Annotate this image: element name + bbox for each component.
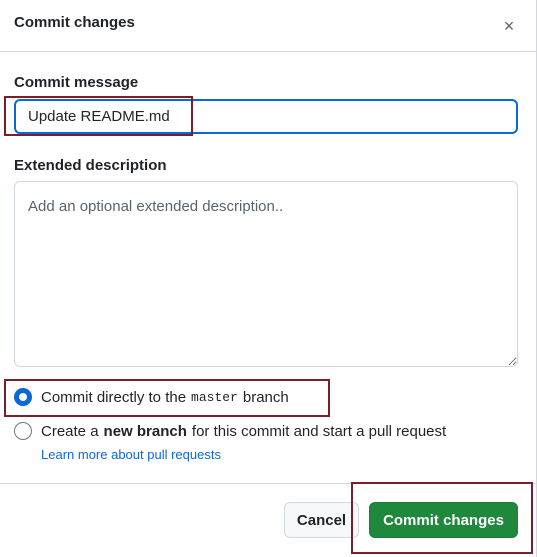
commit-direct-option[interactable]: Commit directly to the master branch bbox=[14, 386, 289, 408]
commit-direct-text: Commit directly to the bbox=[41, 388, 187, 406]
learn-more-link[interactable]: Learn more about pull requests bbox=[41, 447, 221, 462]
commit-changes-button[interactable]: Commit changes bbox=[369, 502, 518, 538]
new-branch-option[interactable]: Create a new branch for this commit and … bbox=[14, 420, 446, 442]
commit-message-input[interactable] bbox=[14, 99, 518, 134]
new-branch-suffix: for this commit and start a pull request bbox=[191, 422, 447, 440]
dialog-header: Commit changes × bbox=[0, 0, 537, 52]
new-branch-prefix: Create a bbox=[41, 422, 99, 440]
close-icon: × bbox=[503, 16, 515, 36]
commit-message-label: Commit message bbox=[14, 74, 139, 91]
radio-new-branch[interactable] bbox=[14, 422, 32, 440]
commit-dialog: Commit changes × Commit message Extended… bbox=[0, 0, 537, 557]
new-branch-bold: new branch bbox=[103, 422, 187, 440]
extended-description-textarea[interactable] bbox=[14, 181, 518, 367]
radio-direct[interactable] bbox=[14, 388, 32, 406]
close-button[interactable]: × bbox=[495, 12, 523, 40]
extended-description-label: Extended description bbox=[14, 157, 167, 174]
footer-divider bbox=[0, 483, 537, 484]
commit-direct-suffix: branch bbox=[242, 388, 289, 406]
branch-name: master bbox=[191, 389, 238, 405]
dialog-title: Commit changes bbox=[14, 14, 135, 31]
cancel-button[interactable]: Cancel bbox=[284, 502, 359, 538]
